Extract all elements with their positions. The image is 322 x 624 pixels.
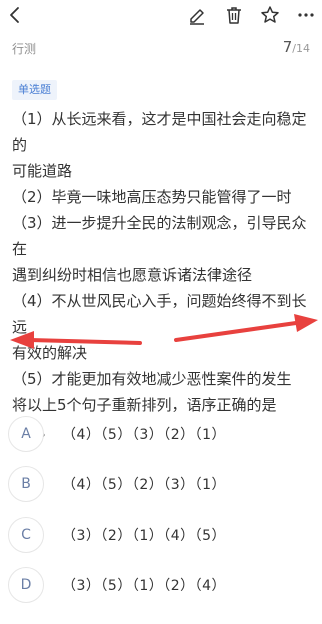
option-letter: D <box>8 567 44 603</box>
current-question-number: 7 <box>282 38 293 56</box>
question-type-badge: 单选题 <box>12 80 57 100</box>
option-b[interactable]: B （4）（5）（2）（3）（1） <box>0 464 322 504</box>
trash-icon <box>227 7 241 24</box>
option-letter: A <box>8 416 44 452</box>
back-button[interactable] <box>2 2 28 28</box>
option-text: （4）（5）（3）（2）（1） <box>62 427 227 443</box>
top-toolbar <box>0 0 322 30</box>
favorite-button[interactable] <box>257 2 283 28</box>
stem-line: 可能道路 <box>12 162 73 180</box>
option-letter: C <box>8 517 44 553</box>
more-button[interactable] <box>293 2 319 28</box>
question-progress: 7/14 <box>283 38 310 56</box>
option-text: （4）（5）（2）（3）（1） <box>62 477 227 493</box>
option-text: （3）（2）（1）（4）（5） <box>62 528 227 544</box>
stem-line: 遇到纠纷时相信也愿意诉诸法律途径 <box>12 266 253 284</box>
stem-line: （5）才能更加有效地减少恶性案件的发生 <box>12 370 292 388</box>
option-text: （3）（5）（1）（2）（4） <box>62 578 227 594</box>
option-letter: B <box>8 466 44 502</box>
option-d[interactable]: D （3）（5）（1）（2）（4） <box>0 565 322 605</box>
chevron-left-icon <box>10 7 19 23</box>
star-icon <box>261 6 279 23</box>
delete-button[interactable] <box>221 2 247 28</box>
total-question-count: /14 <box>292 42 310 55</box>
stem-line: （4）不从世风民心入手，问题始终得不到长远 <box>12 292 307 336</box>
question-header: 行测 7/14 <box>0 36 322 60</box>
question-stem: （1）从长远来看，这才是中国社会走向稳定的 可能道路 （2）毕竟一味地高压态势只… <box>12 106 312 444</box>
pencil-icon <box>190 9 204 25</box>
option-c[interactable]: C （3）（2）（1）（4）（5） <box>0 515 322 555</box>
stem-line: （2）毕竟一味地高压态势只能管得了一时 <box>12 188 292 206</box>
stem-line: （1）从长远来看，这才是中国社会走向稳定的 <box>12 110 307 154</box>
stem-line: 有效的解决 <box>12 344 88 362</box>
more-icon <box>298 13 314 17</box>
category-label: 行测 <box>12 42 37 56</box>
edit-button[interactable] <box>184 2 210 28</box>
option-a[interactable]: A （4）（5）（3）（2）（1） <box>0 414 322 454</box>
stem-line: （3）进一步提升全民的法制观念，引导民众在 <box>12 214 307 258</box>
